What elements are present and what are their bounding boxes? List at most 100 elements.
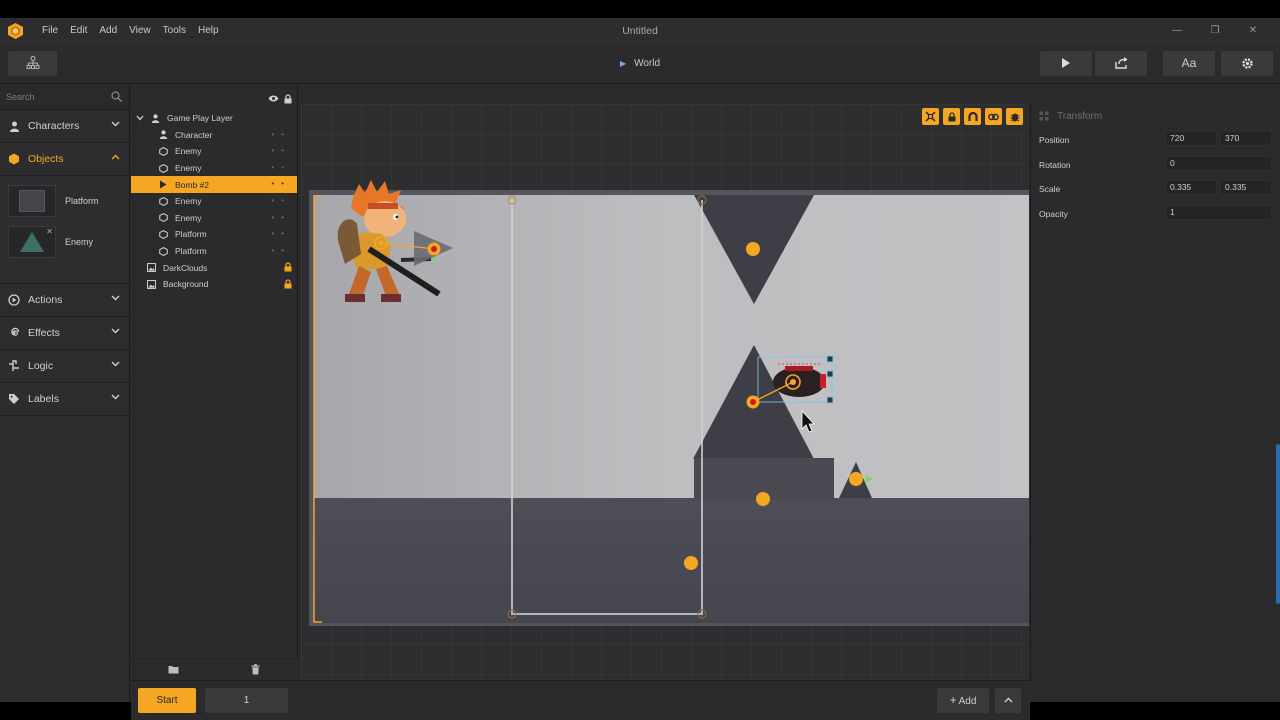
chevron-down-icon bbox=[111, 394, 120, 400]
trash-icon[interactable] bbox=[251, 664, 260, 675]
scene-canvas[interactable] bbox=[301, 104, 1029, 680]
section-title: Transform bbox=[1057, 110, 1103, 122]
plus-icon: + bbox=[949, 693, 957, 707]
ground-platform[interactable] bbox=[314, 498, 1029, 623]
layer-row[interactable]: Game Play Layer bbox=[131, 110, 297, 127]
chevron-down-icon bbox=[111, 361, 120, 367]
layer-label: Game Play Layer bbox=[167, 113, 233, 124]
category-characters[interactable]: Characters bbox=[0, 110, 129, 143]
object-enemy[interactable]: ✕ Enemy bbox=[8, 226, 93, 258]
visibility-dots[interactable]: •• bbox=[271, 176, 291, 192]
category-effects[interactable]: Effects bbox=[0, 317, 129, 350]
lock-icon[interactable] bbox=[284, 94, 292, 104]
visibility-dots[interactable]: •• bbox=[271, 243, 291, 259]
search-icon[interactable] bbox=[111, 91, 122, 102]
visibility-dots[interactable]: •• bbox=[271, 127, 291, 143]
start-button[interactable]: Start bbox=[138, 688, 196, 713]
position-x-field[interactable]: 720 bbox=[1165, 131, 1217, 146]
object-handle[interactable] bbox=[684, 556, 698, 570]
search-bar bbox=[0, 85, 129, 110]
lock-icon[interactable] bbox=[943, 108, 960, 125]
visibility-dots[interactable]: •• bbox=[271, 210, 291, 226]
lock-icon[interactable] bbox=[284, 262, 292, 272]
opacity-field[interactable]: 1 bbox=[1165, 204, 1272, 220]
snap-grid-icon[interactable] bbox=[922, 108, 939, 125]
remove-icon[interactable]: ✕ bbox=[46, 227, 53, 236]
layer-row[interactable]: Background bbox=[131, 276, 297, 293]
visibility-dots[interactable]: •• bbox=[271, 143, 291, 159]
layer-row[interactable]: Enemy •• bbox=[131, 160, 297, 177]
category-label: Objects bbox=[28, 153, 64, 165]
category-label: Actions bbox=[28, 294, 63, 306]
panel-resize-handle[interactable] bbox=[1276, 444, 1280, 604]
gear-icon bbox=[1241, 58, 1253, 69]
layer-label: Enemy bbox=[175, 146, 202, 157]
enemy-thumbnail: ✕ bbox=[8, 226, 56, 258]
settings-button[interactable] bbox=[1221, 51, 1273, 76]
rotation-field[interactable]: 0 bbox=[1165, 155, 1272, 171]
category-logic[interactable]: Logic bbox=[0, 350, 129, 383]
object-platform[interactable]: Platform bbox=[8, 185, 99, 217]
scale-x-field[interactable]: 0.335 bbox=[1165, 180, 1217, 195]
search-input[interactable] bbox=[0, 85, 100, 109]
window-title: Untitled bbox=[622, 25, 658, 37]
object-handle[interactable] bbox=[756, 492, 770, 506]
properties-panel: Transform Position 720 370 Rotation 0 Sc… bbox=[1030, 104, 1280, 680]
font-button[interactable]: Aa bbox=[1163, 51, 1215, 76]
category-label: Characters bbox=[28, 120, 80, 132]
lock-icon[interactable] bbox=[284, 279, 292, 289]
layer-row[interactable]: Character •• bbox=[131, 127, 297, 144]
library-sidebar: Characters Objects Platform ✕ bbox=[0, 85, 130, 702]
layer-row[interactable]: DarkClouds bbox=[131, 259, 297, 276]
debug-icon[interactable] bbox=[1006, 108, 1023, 125]
category-actions[interactable]: Actions bbox=[0, 284, 129, 317]
expand-button[interactable] bbox=[995, 688, 1021, 713]
object-handle[interactable] bbox=[746, 242, 760, 256]
category-label: Effects bbox=[28, 327, 60, 339]
scale-y-field[interactable]: 0.335 bbox=[1220, 180, 1272, 195]
layers-panel: Game Play Layer Character •• Enemy •• En… bbox=[131, 85, 298, 680]
breadcrumb-world[interactable]: World bbox=[634, 58, 660, 69]
add-button[interactable]: + Add bbox=[937, 688, 989, 713]
layer-row[interactable]: Enemy •• bbox=[131, 210, 297, 227]
canvas-toolbar bbox=[922, 108, 1023, 125]
transform-section-header[interactable]: Transform bbox=[1031, 104, 1280, 128]
frame-field[interactable]: 1 bbox=[205, 688, 288, 713]
layer-row-selected[interactable]: Bomb #2 •• bbox=[131, 176, 297, 193]
position-y-field[interactable]: 370 bbox=[1220, 131, 1272, 146]
add-label: Add bbox=[958, 696, 977, 707]
link-icon[interactable] bbox=[985, 108, 1002, 125]
chevron-up-icon bbox=[1004, 697, 1012, 703]
prop-rotation: Rotation 0 bbox=[1031, 153, 1280, 178]
folder-icon[interactable] bbox=[168, 665, 179, 674]
minimize-icon[interactable]: — bbox=[1158, 18, 1196, 44]
hexagon-icon bbox=[157, 246, 169, 256]
layer-row[interactable]: Enemy •• bbox=[131, 143, 297, 160]
toolbar: ▶ World Aa bbox=[0, 44, 1280, 84]
window-controls: — ❐ ✕ bbox=[1158, 18, 1272, 44]
eye-icon[interactable] bbox=[268, 95, 279, 102]
category-objects[interactable]: Objects bbox=[0, 143, 129, 176]
play-button[interactable] bbox=[1040, 51, 1092, 76]
share-button[interactable] bbox=[1095, 51, 1147, 76]
visibility-dots[interactable]: •• bbox=[271, 193, 291, 209]
category-label: Labels bbox=[28, 393, 59, 405]
play-circle-icon bbox=[8, 294, 20, 306]
magnet-icon[interactable] bbox=[964, 108, 981, 125]
layer-row[interactable]: Platform •• bbox=[131, 226, 297, 243]
layer-label: Background bbox=[163, 279, 209, 290]
layer-row[interactable]: Platform •• bbox=[131, 243, 297, 260]
layer-label: Enemy bbox=[175, 212, 202, 223]
visibility-dots[interactable]: •• bbox=[271, 226, 291, 242]
object-handle[interactable] bbox=[849, 472, 863, 486]
hexagon-icon bbox=[8, 153, 20, 165]
restore-icon[interactable]: ❐ bbox=[1196, 18, 1234, 44]
category-labels[interactable]: Labels bbox=[0, 383, 129, 416]
visibility-dots[interactable]: •• bbox=[271, 160, 291, 176]
close-icon[interactable]: ✕ bbox=[1234, 18, 1272, 44]
hexagon-icon bbox=[157, 146, 169, 156]
layer-row[interactable]: Enemy •• bbox=[131, 193, 297, 210]
share-icon bbox=[1114, 57, 1127, 69]
prop-position: Position 720 370 bbox=[1031, 128, 1280, 153]
chevron-down-icon[interactable] bbox=[136, 115, 144, 121]
